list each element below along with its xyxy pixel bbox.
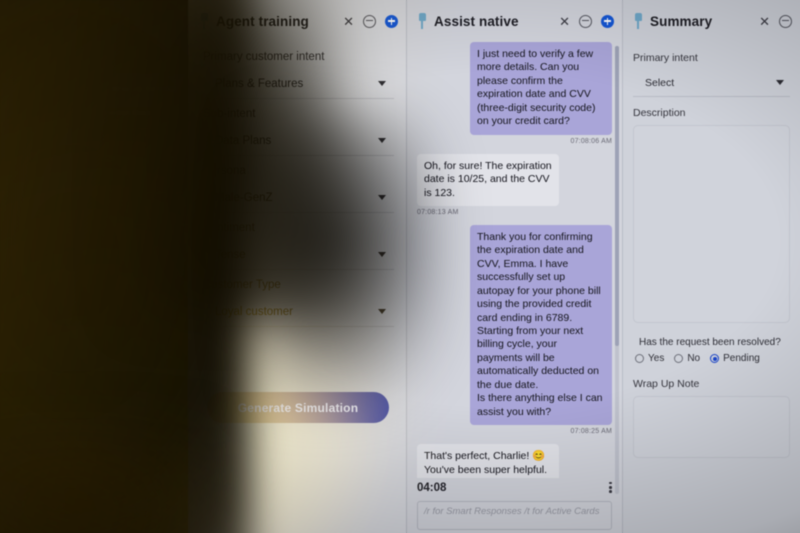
chat-message: I just need to verify a few more details… <box>417 42 612 145</box>
summary-panel: Summary ✕ Primary intent Select Descript… <box>622 0 800 533</box>
wrap-up-note-textarea[interactable] <box>633 396 790 458</box>
radio-dot-icon <box>674 354 684 363</box>
dark-foreground-blur-tertiary <box>245 110 445 410</box>
close-icon[interactable]: ✕ <box>559 15 570 28</box>
summary-primary-intent-select[interactable]: Select <box>633 69 790 97</box>
chat-timer-row: 04:08 <box>417 478 612 498</box>
assist-native-title: Assist native <box>434 13 519 29</box>
assist-native-header-actions: ✕ <box>559 14 614 28</box>
chat-message: Thank you for confirming the expiration … <box>417 224 612 436</box>
agent-training-header-actions: ✕ <box>343 14 398 28</box>
radio-no-label: No <box>687 353 701 364</box>
minimize-icon[interactable] <box>779 14 792 28</box>
radio-yes-label: Yes <box>648 353 665 364</box>
radio-pending[interactable]: Pending <box>710 353 760 364</box>
message-timestamp: 07:08:06 AM <box>570 137 612 145</box>
message-input[interactable]: /r for Smart Responses /t for Active Car… <box>417 501 612 530</box>
radio-dot-icon <box>635 354 644 363</box>
add-icon[interactable] <box>385 14 398 28</box>
radio-no[interactable]: No <box>674 353 700 364</box>
summary-header: Summary ✕ <box>623 0 800 42</box>
pin-icon <box>633 13 643 29</box>
summary-title: Summary <box>650 13 713 29</box>
resolved-question: Has the request been resolved? <box>639 337 781 348</box>
call-timer: 04:08 <box>417 482 447 494</box>
minimize-icon[interactable] <box>363 14 376 28</box>
chat-message: Oh, for sure! The expiration date is 10/… <box>417 153 612 216</box>
minimize-icon[interactable] <box>579 14 592 28</box>
dark-bottom-shadow <box>0 430 220 533</box>
chevron-down-icon <box>378 81 386 86</box>
screenshot-root: Wrap Up Summary Contact Detail Agent tra… <box>0 0 800 533</box>
chat-footer: 04:08 /r for Smart Responses /t for Acti… <box>407 478 622 533</box>
message-bubble: I just need to verify a few more details… <box>470 42 612 135</box>
chevron-down-icon <box>776 80 784 85</box>
wrap-up-note-label: Wrap Up Note <box>633 378 700 390</box>
assist-native-header: Assist native ✕ <box>407 0 622 42</box>
resolved-radio-group: Yes No Pending <box>635 353 800 364</box>
close-icon[interactable]: ✕ <box>759 15 770 28</box>
message-timestamp: 07:08:25 AM <box>570 428 612 436</box>
pin-icon <box>417 13 427 29</box>
add-icon[interactable] <box>601 14 614 28</box>
summary-description-textarea[interactable] <box>633 125 790 323</box>
summary-primary-intent-label: Primary intent <box>633 52 698 64</box>
radio-dot-selected-icon <box>710 354 720 363</box>
chat-scrollbar[interactable] <box>615 46 619 494</box>
message-bubble: Thank you for confirming the expiration … <box>470 224 612 426</box>
radio-pending-label: Pending <box>723 353 760 364</box>
radio-yes[interactable]: Yes <box>635 353 664 364</box>
summary-primary-intent-value: Select <box>645 76 675 89</box>
chat-message: That's perfect, Charlie! 😊 You've been s… <box>417 444 612 478</box>
more-options-icon[interactable] <box>609 481 612 495</box>
summary-header-actions: ✕ <box>759 14 792 28</box>
summary-description-label: Description <box>633 107 686 119</box>
message-bubble: That's perfect, Charlie! 😊 You've been s… <box>417 444 559 478</box>
